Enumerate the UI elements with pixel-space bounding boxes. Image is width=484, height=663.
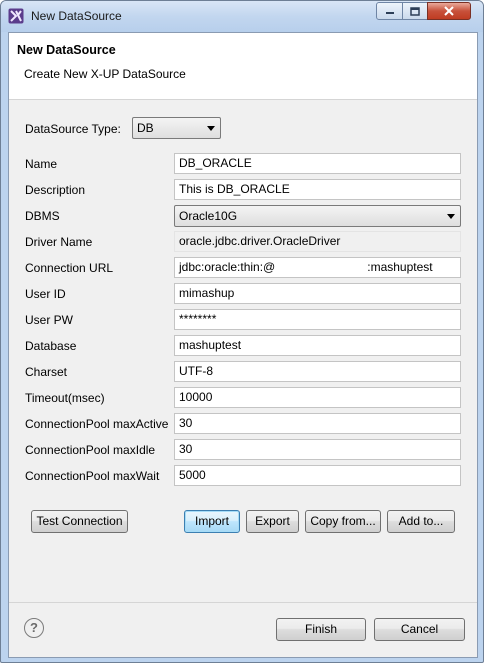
charset-field[interactable]: UTF-8 (174, 361, 461, 382)
datasource-type-value: DB (137, 121, 154, 135)
copy-from-button[interactable]: Copy from... (305, 510, 381, 533)
dialog-title: New DataSource (17, 43, 116, 57)
driver-name-field: oracle.jdbc.driver.OracleDriver (174, 231, 461, 252)
footer-divider (9, 602, 477, 603)
dialog-header: New DataSource Create New X-UP DataSourc… (9, 33, 477, 100)
dialog-body: New DataSource Create New X-UP DataSourc… (8, 32, 478, 658)
user-pw-field[interactable]: ******** (174, 309, 461, 330)
chevron-down-icon (447, 214, 455, 219)
description-label: Description (25, 183, 86, 197)
dbms-select[interactable]: Oracle10G (174, 205, 461, 227)
test-connection-button[interactable]: Test Connection (31, 510, 128, 533)
maximize-button[interactable] (402, 2, 428, 20)
pool-max-active-label: ConnectionPool maxActive (25, 417, 169, 431)
new-datasource-window: New DataSource New DataSource Create New… (0, 0, 484, 663)
pool-max-idle-field[interactable]: 30 (174, 439, 461, 460)
user-id-field[interactable]: mimashup (174, 283, 461, 304)
description-field[interactable]: This is DB_ORACLE (174, 179, 461, 200)
finish-button[interactable]: Finish (276, 618, 366, 641)
window-title: New DataSource (31, 9, 122, 23)
minimize-button[interactable] (376, 2, 403, 20)
user-pw-label: User PW (25, 313, 73, 327)
charset-label: Charset (25, 365, 68, 379)
pool-max-wait-label: ConnectionPool maxWait (25, 469, 160, 483)
datasource-type-select[interactable]: DB (132, 117, 221, 139)
cancel-button[interactable]: Cancel (374, 618, 465, 641)
dbms-label: DBMS (25, 209, 60, 223)
driver-name-label: Driver Name (25, 235, 93, 249)
dbms-value: Oracle10G (179, 209, 238, 223)
close-button[interactable] (427, 2, 471, 20)
name-field[interactable]: DB_ORACLE (174, 153, 461, 174)
maximize-icon (410, 6, 420, 16)
close-icon (444, 6, 454, 16)
dialog-subtitle: Create New X-UP DataSource (24, 67, 186, 81)
connection-url-prefix: jdbc:oracle:thin:@ (179, 260, 276, 274)
minimize-icon (385, 12, 394, 14)
timeout-field[interactable]: 10000 (174, 387, 461, 408)
connection-url-field[interactable]: jdbc:oracle:thin:@ :mashuptest (174, 257, 461, 278)
title-bar[interactable]: New DataSource (1, 1, 483, 32)
connection-url-label: Connection URL (25, 261, 114, 275)
pool-max-active-field[interactable]: 30 (174, 413, 461, 434)
app-icon (8, 8, 24, 24)
add-to-button[interactable]: Add to... (387, 510, 455, 533)
name-label: Name (25, 157, 58, 171)
export-button[interactable]: Export (246, 510, 299, 533)
database-field[interactable]: mashuptest (174, 335, 461, 356)
timeout-label: Timeout(msec) (25, 391, 105, 405)
chevron-down-icon (207, 126, 215, 131)
pool-max-wait-field[interactable]: 5000 (174, 465, 461, 486)
connection-url-suffix: :mashuptest (367, 260, 433, 274)
user-id-label: User ID (25, 287, 66, 301)
database-label: Database (25, 339, 77, 353)
datasource-type-label: DataSource Type: (25, 122, 121, 136)
help-icon[interactable]: ? (24, 618, 44, 638)
import-button[interactable]: Import (184, 510, 240, 533)
pool-max-idle-label: ConnectionPool maxIdle (25, 443, 156, 457)
